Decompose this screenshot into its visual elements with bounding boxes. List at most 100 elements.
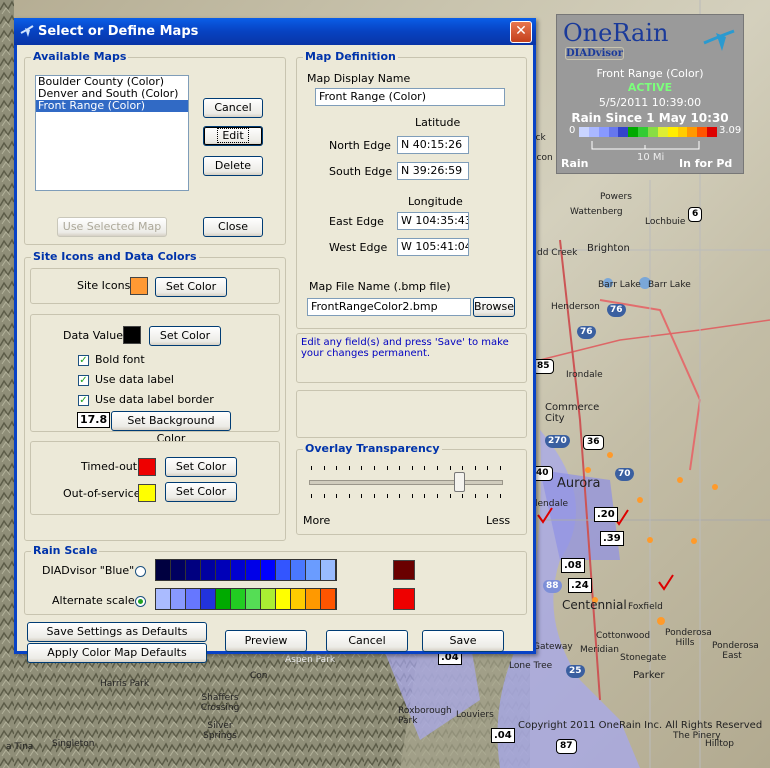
slider-tick — [323, 494, 325, 498]
scale-color-cell[interactable] — [291, 589, 306, 609]
out-of-service-set-color-button[interactable]: Set Color — [165, 482, 237, 502]
alternate-scale-label: Alternate scale — [52, 594, 135, 607]
blue-scale-colors[interactable] — [155, 559, 337, 581]
scale-color-cell[interactable] — [306, 589, 321, 609]
scale-color-cell[interactable] — [321, 560, 336, 580]
display-name-input[interactable]: Front Range (Color) — [315, 88, 505, 106]
blue-scale-outlier-swatch[interactable] — [393, 560, 415, 580]
scale-color-cell[interactable] — [171, 560, 186, 580]
scale-color-cell[interactable] — [261, 589, 276, 609]
map-place: lendale — [535, 499, 569, 509]
scale-color-cell[interactable] — [156, 589, 171, 609]
slider-tick — [374, 466, 375, 470]
legend-color-cell — [579, 127, 589, 137]
blue-scale-label: DIADvisor "Blue" — [42, 564, 135, 577]
site-icons-group: Site Icons and Data Colors Site Icons Se… — [24, 250, 286, 541]
close-window-button[interactable]: ✕ — [510, 21, 532, 43]
diadvisor-logo: DIADvisor — [565, 47, 624, 60]
site-icons-swatch[interactable] — [130, 277, 148, 295]
timed-out-set-color-button[interactable]: Set Color — [165, 457, 237, 477]
blue-scale-radio[interactable] — [135, 566, 146, 577]
rain-scale-group: Rain Scale DIADvisor "Blue" Alternate sc… — [24, 544, 527, 615]
map-data-label[interactable]: .24 — [568, 578, 592, 593]
use-data-label-label: Use data label — [95, 373, 174, 386]
legend-color-cell — [618, 127, 629, 137]
scale-color-cell[interactable] — [156, 560, 171, 580]
out-of-service-swatch[interactable] — [138, 484, 156, 502]
site-icons-subgroup: Site Icons Set Color — [30, 268, 280, 304]
scale-color-cell[interactable] — [171, 589, 186, 609]
scale-color-cell[interactable] — [216, 560, 231, 580]
cancel-edit-button[interactable]: Cancel — [203, 98, 263, 118]
map-data-label[interactable]: .04 — [491, 728, 515, 743]
edit-button[interactable]: Edit — [203, 126, 263, 146]
browse-button[interactable]: Browse — [473, 297, 515, 317]
map-place: Harris Park — [100, 679, 150, 689]
map-place: Silver Springs — [203, 721, 237, 741]
scale-color-cell[interactable] — [306, 560, 321, 580]
close-button[interactable]: Close — [203, 217, 263, 237]
overlay-slider-thumb[interactable] — [453, 472, 465, 492]
overlay-transparency-group: Overlay Transparency More Less — [296, 442, 527, 535]
alternate-scale-outlier-swatch[interactable] — [393, 588, 415, 610]
scale-color-cell[interactable] — [186, 560, 201, 580]
north-edge-input[interactable]: N 40:15:26 — [397, 136, 469, 154]
slider-tick — [386, 466, 388, 470]
scale-color-cell[interactable] — [321, 589, 336, 609]
slider-tick — [336, 494, 338, 498]
map-list-item-selected[interactable]: Front Range (Color) — [36, 100, 188, 112]
scale-color-cell[interactable] — [201, 560, 216, 580]
map-data-label[interactable]: .20 — [594, 507, 618, 522]
east-edge-input[interactable]: W 104:35:43 — [397, 212, 469, 230]
data-values-set-color-button[interactable]: Set Color — [149, 326, 221, 346]
scale-color-cell[interactable] — [231, 589, 246, 609]
north-edge-label: North Edge — [329, 139, 391, 152]
map-data-label[interactable]: .39 — [600, 531, 624, 546]
scale-color-cell[interactable] — [231, 560, 246, 580]
east-edge-label: East Edge — [329, 215, 384, 228]
slider-less-label: Less — [486, 514, 511, 527]
west-edge-input[interactable]: W 105:41:04 — [397, 238, 469, 256]
scale-color-cell[interactable] — [276, 560, 291, 580]
alternate-scale-radio[interactable] — [135, 596, 146, 607]
map-file-input[interactable]: FrontRangeColor2.bmp — [307, 298, 471, 316]
use-data-label-checkbox[interactable]: ✓ — [78, 375, 89, 386]
raindrop-logo-icon — [703, 29, 735, 51]
data-values-swatch[interactable] — [123, 326, 141, 344]
use-data-label-border-checkbox[interactable]: ✓ — [78, 395, 89, 406]
maps-listbox[interactable]: Boulder County (Color) Denver and South … — [35, 75, 189, 191]
alternate-scale-colors[interactable] — [155, 588, 337, 610]
delete-button[interactable]: Delete — [203, 156, 263, 176]
preview-button[interactable]: Preview — [225, 630, 307, 652]
use-selected-map-button[interactable]: Use Selected Map — [57, 217, 167, 237]
legend-color-cell — [687, 127, 698, 137]
bold-font-checkbox[interactable]: ✓ — [78, 355, 89, 366]
scale-color-cell[interactable] — [291, 560, 306, 580]
site-icons-set-color-button[interactable]: Set Color — [155, 277, 227, 297]
legend-distance: 10 Mi — [637, 152, 665, 163]
overlay-slider-track[interactable] — [309, 480, 503, 485]
scale-color-cell[interactable] — [216, 589, 231, 609]
set-background-color-button[interactable]: Set Background Color — [111, 411, 231, 445]
map-place: Lone Tree — [509, 661, 553, 671]
status-colors-subgroup: Timed-out Set Color Out-of-service Set C… — [30, 441, 280, 515]
slider-tick — [311, 494, 312, 498]
save-settings-defaults-button[interactable]: Save Settings as Defaults — [27, 622, 207, 642]
title-bar[interactable]: Select or Define Maps ✕ — [14, 18, 536, 45]
timed-out-swatch[interactable] — [138, 458, 156, 476]
scale-color-cell[interactable] — [261, 560, 276, 580]
map-place: a Tina — [6, 742, 34, 752]
scale-color-cell[interactable] — [186, 589, 201, 609]
map-data-label[interactable]: .08 — [561, 558, 585, 573]
cancel-button[interactable]: Cancel — [326, 630, 408, 652]
map-place: dd Creek — [537, 248, 578, 258]
save-button[interactable]: Save — [422, 630, 504, 652]
scale-color-cell[interactable] — [276, 589, 291, 609]
south-edge-input[interactable]: N 39:26:59 — [397, 162, 469, 180]
map-place: Parker — [633, 670, 665, 681]
apply-color-defaults-button[interactable]: Apply Color Map Defaults — [27, 643, 207, 663]
scale-color-cell[interactable] — [246, 560, 261, 580]
slider-tick — [449, 466, 451, 470]
scale-color-cell[interactable] — [201, 589, 216, 609]
scale-color-cell[interactable] — [246, 589, 261, 609]
